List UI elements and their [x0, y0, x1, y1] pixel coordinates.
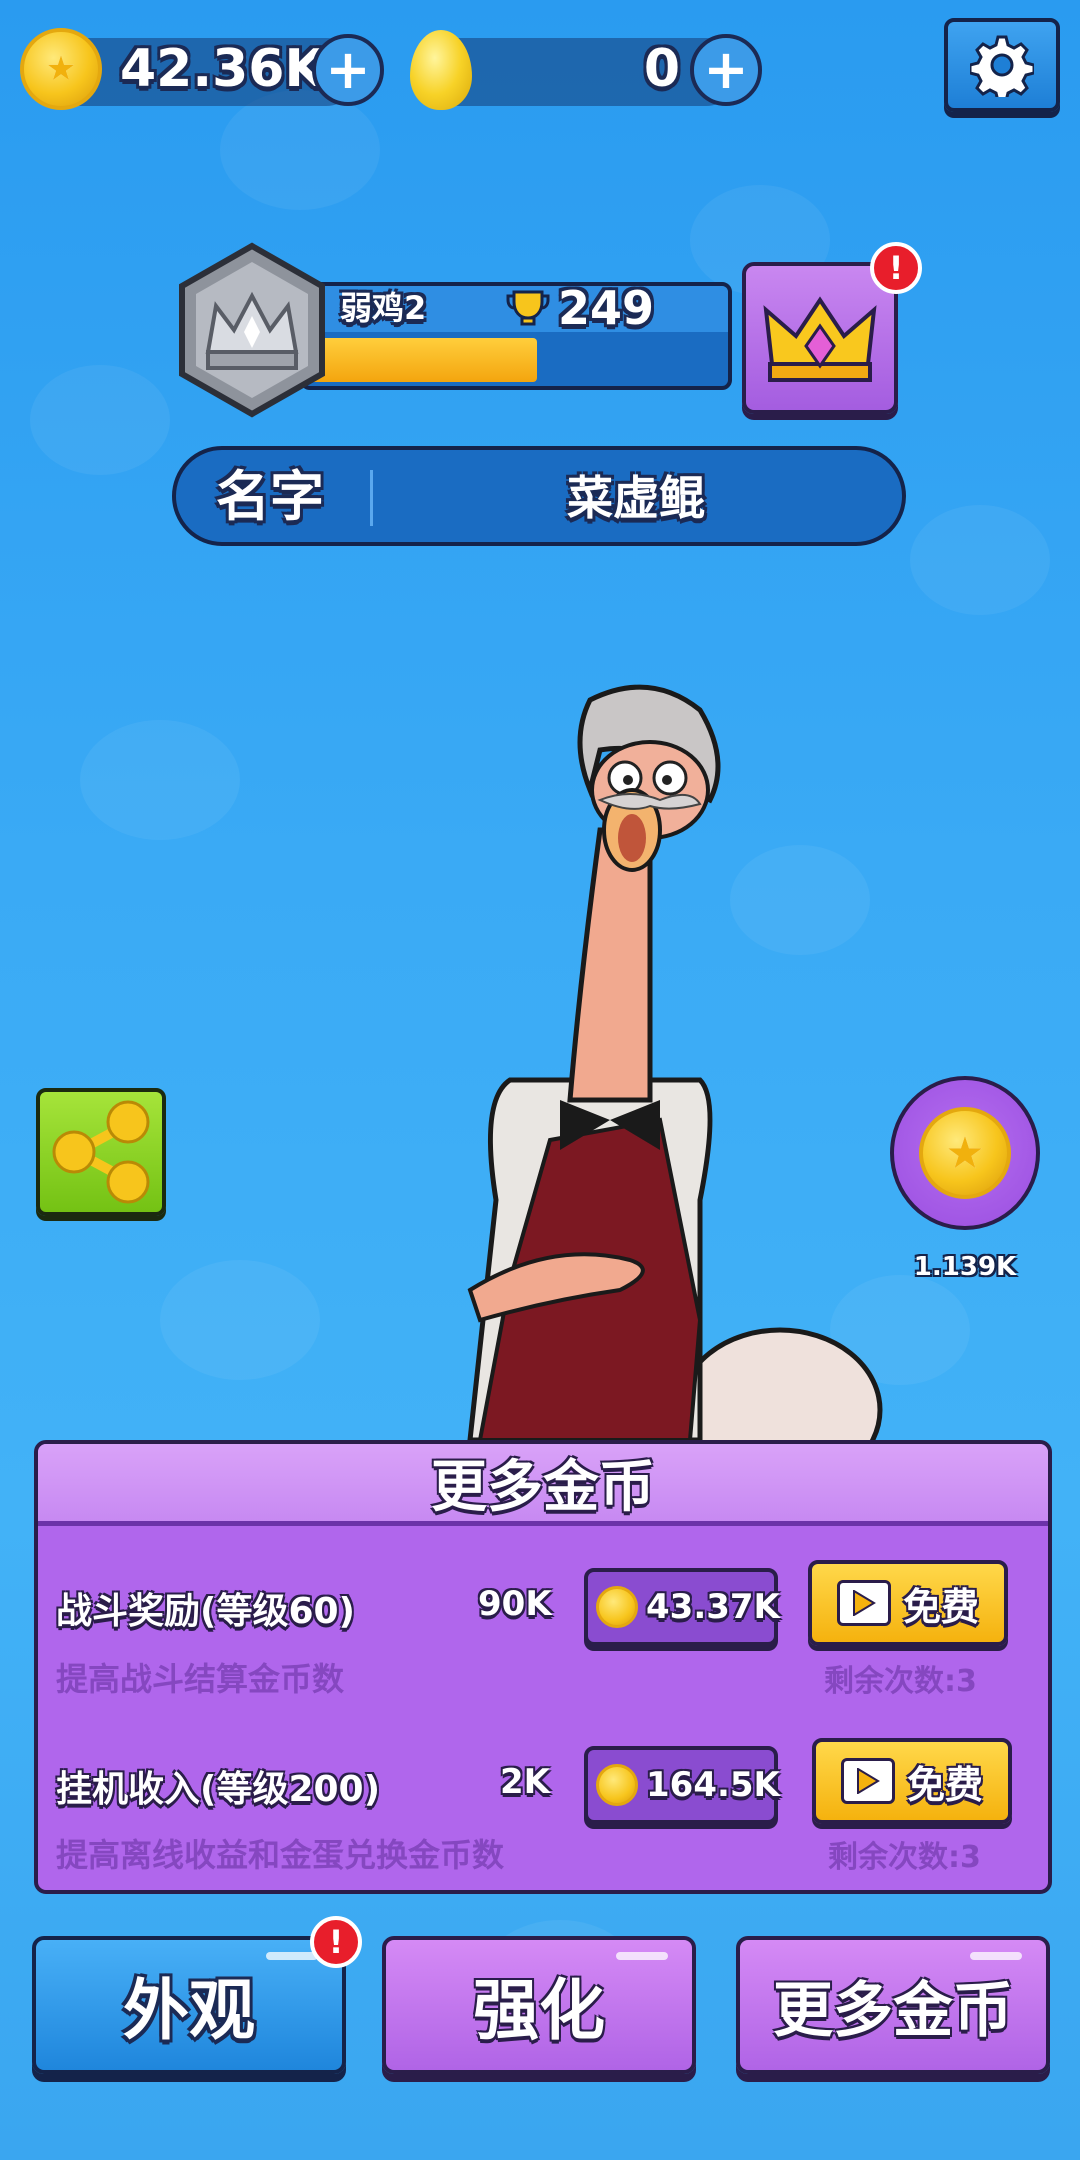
crown-icon: [763, 296, 877, 382]
rank-badge-icon: [172, 240, 332, 420]
trophy-count: 249: [558, 281, 655, 335]
row-value: 90K: [478, 1584, 552, 1624]
gear-icon: [970, 35, 1034, 97]
crown-button[interactable]: [742, 262, 898, 414]
egg-count: 0: [643, 39, 680, 99]
player-name: 菜虚鲲: [567, 471, 705, 525]
play-icon: [840, 1758, 895, 1804]
upgrade-cost-button[interactable]: 164.5K: [584, 1746, 780, 1824]
coin-icon: [596, 1586, 638, 1628]
play-icon: [836, 1580, 891, 1626]
row-subtitle: 提高战斗结算金币数: [56, 1660, 345, 1698]
tab-more-coins[interactable]: 更多金币: [736, 1936, 1050, 2074]
free-upgrade-button[interactable]: 免费: [812, 1738, 1012, 1824]
player-name-bar[interactable]: 名字 菜虚鲲: [172, 446, 906, 546]
add-coins-button[interactable]: +: [312, 34, 384, 106]
coin-bubble-value: 1.139K: [913, 1252, 1017, 1282]
coin-count: 42.36K: [120, 39, 325, 99]
button-shine: [616, 1952, 668, 1960]
tab-appearance-label: 外观: [123, 1972, 255, 2049]
tab-more-coins-label: 更多金币: [773, 1975, 1013, 2046]
cost-label: 43.37K: [646, 1587, 780, 1627]
more-coins-panel: 更多金币 战斗奖励(等级60) 90K 43.37K 免费 提高战斗结算金币数 …: [34, 1440, 1052, 1894]
row-title: 战斗奖励(等级60): [56, 1591, 356, 1632]
settings-button[interactable]: [944, 18, 1060, 112]
remaining-count: 剩余次数:3: [828, 1840, 981, 1875]
row-title: 挂机收入(等级200): [56, 1769, 381, 1810]
tab-upgrade[interactable]: 强化: [382, 1936, 696, 2074]
coin-icon: [596, 1764, 638, 1806]
coin-icon: ★: [20, 28, 102, 110]
coin-icon: ★: [919, 1107, 1011, 1199]
button-shine: [970, 1952, 1022, 1960]
button-shine: [266, 1952, 318, 1960]
cost-label: 164.5K: [646, 1765, 780, 1805]
collect-coins-button[interactable]: ★: [890, 1076, 1040, 1230]
name-divider: [370, 470, 373, 526]
name-label: 名字: [216, 465, 324, 528]
trophy-icon: [506, 290, 550, 330]
free-label: 免费: [906, 1762, 983, 1807]
row-subtitle: 提高离线收益和金蛋兑换金币数: [56, 1836, 505, 1874]
rank-progress-fill: [304, 338, 538, 382]
row-value: 2K: [500, 1762, 551, 1802]
share-button[interactable]: [36, 1088, 166, 1216]
free-label: 免费: [902, 1584, 979, 1629]
share-icon: [52, 1100, 150, 1204]
crown-alert-badge: !: [870, 242, 922, 294]
upgrade-cost-button[interactable]: 43.37K: [584, 1568, 780, 1646]
appearance-alert-badge: !: [310, 1916, 362, 1968]
tab-upgrade-label: 强化: [473, 1972, 605, 2049]
panel-title: 更多金币: [38, 1444, 1048, 1526]
tab-appearance[interactable]: 外观: [32, 1936, 346, 2074]
rank-title: 弱鸡2: [340, 289, 427, 327]
add-eggs-button[interactable]: +: [690, 34, 762, 106]
chicken-character: [467, 684, 883, 1440]
free-upgrade-button[interactable]: 免费: [808, 1560, 1008, 1646]
remaining-count: 剩余次数:3: [824, 1664, 977, 1699]
